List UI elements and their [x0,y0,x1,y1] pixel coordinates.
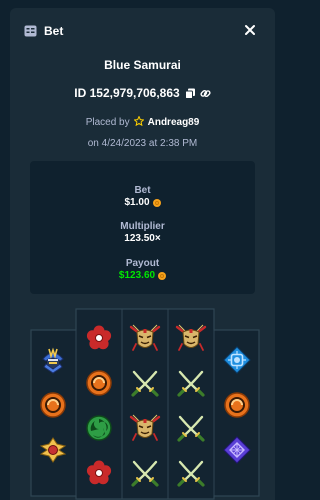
payout-amount: $123.60 [118,270,156,281]
gold-flower-icon [37,434,69,466]
blue-crest-icon [221,344,253,376]
bet-details-modal: Bet Blue Samurai ID 152,979,706,863 Plac… [10,8,275,500]
crossed-swords-icon [129,367,161,399]
crossed-swords-icon [175,457,207,489]
bet-label: Bet [134,185,151,196]
red-flower-icon [83,322,115,354]
close-icon[interactable] [243,23,257,37]
crossed-swords-icon [129,457,161,489]
samurai-mask-icon [129,322,161,354]
placed-by-label: Placed by [85,117,130,128]
samurai-helmet-icon [37,344,69,376]
slot-reels-board [30,308,260,500]
modal-title: Bet [44,24,64,38]
multiplier-value: 123.50× [124,233,161,244]
btc-coin-icon [152,198,161,207]
red-flower-icon [83,457,115,489]
purple-diamond-icon [221,434,253,466]
vip-star-icon [132,115,145,129]
orange-orb-icon [83,367,115,399]
bet-receipt-icon [24,25,37,37]
bet-id-row: ID 152,979,706,863 [10,86,275,100]
payout-stat: Payout $123.60 [30,258,255,281]
bet-summary-panel: Bet $1.00 Multiplier 123.50× Payout $123… [30,161,255,294]
copy-icon[interactable] [184,88,196,99]
samurai-mask-icon [129,412,161,444]
orange-orb-icon [221,389,253,421]
crossed-swords-icon [175,367,207,399]
bet-amount: $1.00 [124,197,150,208]
multiplier-stat: Multiplier 123.50× [30,221,255,244]
samurai-mask-icon [175,322,207,354]
link-icon[interactable] [200,88,211,99]
green-swirl-icon [83,412,115,444]
bet-id: ID 152,979,706,863 [74,86,180,100]
payout-label: Payout [125,258,160,269]
placed-by-row: Placed by Andreag89 [10,115,275,129]
crossed-swords-icon [175,412,207,444]
game-name: Blue Samurai [104,58,181,72]
bet-stat: Bet $1.00 [30,185,255,208]
btc-coin-icon [158,271,167,280]
bet-date: on 4/24/2023 at 2:38 PM [87,138,198,149]
multiplier-label: Multiplier [120,221,165,232]
username-link[interactable]: Andreag89 [148,117,200,128]
orange-orb-icon [37,389,69,421]
modal-header: Bet [24,22,261,40]
